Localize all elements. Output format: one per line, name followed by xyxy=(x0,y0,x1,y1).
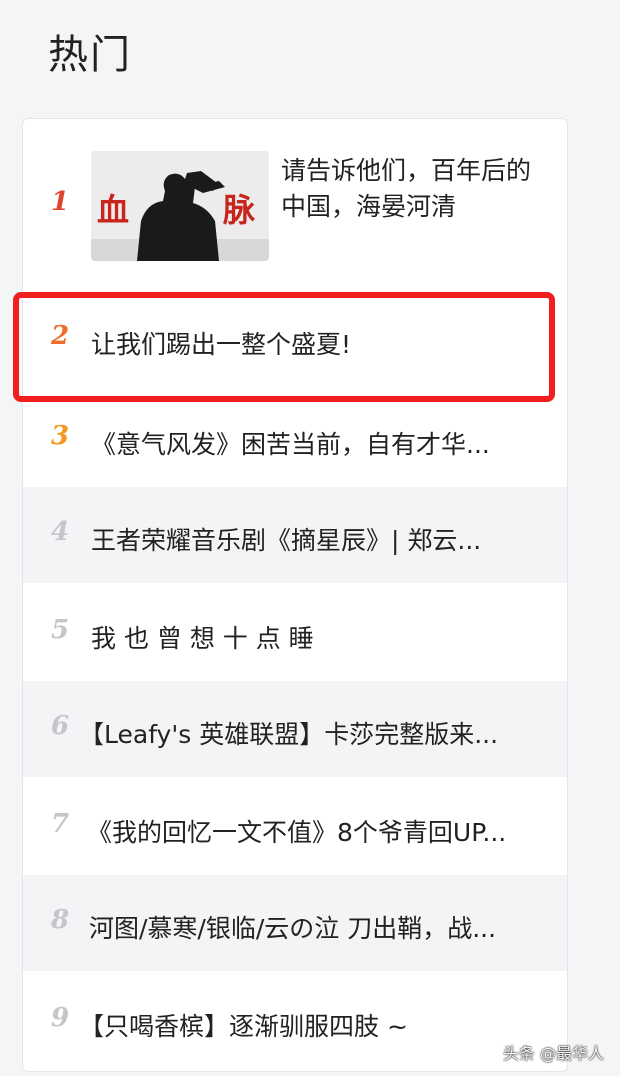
rank-number: 1 xyxy=(51,187,70,217)
rank-number: 8 xyxy=(51,905,70,935)
hot-item-5[interactable]: 5 我 也 曾 想 十 点 睡 xyxy=(23,583,567,681)
hot-list-panel: 1 血 脉 请告诉他们，百年后的中国，海晏河清 2 让我们踢出一整个盛夏! 3 … xyxy=(22,118,568,1072)
rank-number: 3 xyxy=(51,421,70,451)
hot-item-title: 王者荣耀音乐剧《摘星辰》| 郑云... xyxy=(91,526,482,555)
hot-item-7[interactable]: 7 《我的回忆一文不值》8个爷青回UP... xyxy=(23,777,567,875)
rank-number: 7 xyxy=(51,809,70,839)
hot-item-title: 请告诉他们，百年后的中国，海晏河清 xyxy=(281,156,532,221)
watermark: 头条 @最华人 xyxy=(502,1044,604,1063)
hot-item-title: 《意气风发》困苦当前，自有才华... xyxy=(91,430,490,459)
hot-item-title: 河图/慕寒/银临/云の泣 刀出鞘，战... xyxy=(89,914,497,943)
hot-item-4[interactable]: 4 王者荣耀音乐剧《摘星辰》| 郑云... xyxy=(23,487,567,583)
soldier-salute-image: 血 脉 xyxy=(91,151,269,261)
hot-item-3[interactable]: 3 《意气风发》困苦当前，自有才华... xyxy=(23,389,567,487)
thumbnail-right-char: 脉 xyxy=(223,191,256,229)
thumbnail-left-char: 血 xyxy=(97,191,129,229)
rank-number: 4 xyxy=(51,517,70,547)
video-thumbnail[interactable]: 血 脉 xyxy=(91,151,269,261)
hot-item-title: 【只喝香槟】逐渐驯服四肢 ~ xyxy=(79,1012,408,1041)
hot-item-1[interactable]: 1 血 脉 请告诉他们，百年后的中国，海晏河清 xyxy=(23,119,567,291)
rank-number: 9 xyxy=(51,1003,70,1033)
hot-item-title: 我 也 曾 想 十 点 睡 xyxy=(91,624,314,653)
rank-number: 6 xyxy=(51,711,70,741)
hot-item-6[interactable]: 6 【Leafy's 英雄联盟】卡莎完整版来... xyxy=(23,681,567,777)
hot-item-9[interactable]: 9 【只喝香槟】逐渐驯服四肢 ~ xyxy=(23,971,567,1071)
rank-number: 5 xyxy=(51,615,70,645)
hot-item-title: 【Leafy's 英雄联盟】卡莎完整版来... xyxy=(79,720,499,749)
hot-item-title: 《我的回忆一文不值》8个爷青回UP... xyxy=(87,818,507,847)
hot-item-8[interactable]: 8 河图/慕寒/银临/云の泣 刀出鞘，战... xyxy=(23,875,567,971)
highlight-box xyxy=(13,292,555,402)
section-title: 热门 xyxy=(48,32,132,78)
